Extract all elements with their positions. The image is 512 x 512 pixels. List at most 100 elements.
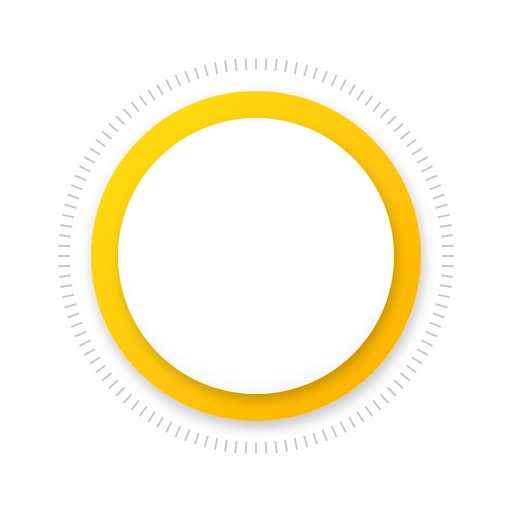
tick-mark: [174, 425, 182, 438]
tick-mark: [95, 364, 107, 374]
tick-mark: [425, 174, 438, 182]
tick-mark: [108, 122, 119, 133]
tick-mark: [64, 303, 77, 309]
tick-mark: [264, 441, 268, 454]
tick-mark: [435, 303, 448, 309]
tick-mark: [393, 122, 404, 133]
tick-mark: [274, 58, 278, 72]
tick-mark: [58, 274, 72, 278]
tick-mark: [203, 435, 209, 448]
tick-mark: [393, 379, 404, 390]
tick-mark: [321, 70, 328, 83]
tick-mark: [89, 147, 101, 156]
tick-mark: [138, 405, 148, 417]
tick-mark: [386, 386, 397, 397]
tick-mark: [224, 439, 228, 452]
tick-mark: [432, 312, 445, 319]
tick-mark: [425, 330, 438, 338]
tick-mark: [115, 115, 126, 126]
tick-mark: [101, 372, 113, 382]
tick-mark: [184, 70, 191, 83]
tick-mark: [435, 203, 448, 209]
dial-face: [118, 118, 394, 394]
tick-mark: [156, 416, 164, 428]
tick-mark: [411, 356, 423, 365]
tick-mark: [58, 234, 72, 238]
tick-mark: [203, 64, 209, 77]
tick-mark: [62, 293, 75, 299]
tick-mark: [386, 115, 397, 126]
tick-mark: [58, 244, 71, 248]
tick-mark: [379, 108, 390, 119]
tick-mark: [193, 432, 200, 445]
tick-mark: [156, 84, 164, 96]
tick-mark: [330, 425, 338, 438]
tick-mark: [174, 74, 182, 87]
tick-mark: [89, 356, 101, 365]
tick-mark: [138, 95, 148, 107]
tick-mark: [339, 79, 347, 91]
tick-mark: [348, 84, 356, 96]
tick-mark: [244, 441, 248, 454]
tick-mark: [84, 156, 96, 164]
app-icon-canvas: [0, 0, 512, 512]
tick-mark: [193, 67, 200, 80]
tick-mark: [411, 147, 423, 156]
tick-mark: [62, 213, 75, 219]
tick-mark: [67, 312, 80, 319]
tick-mark: [213, 62, 219, 75]
tick-mark: [74, 174, 87, 182]
tick-mark: [303, 435, 309, 448]
tick-mark: [432, 193, 445, 200]
tick-mark: [439, 224, 452, 228]
tick-mark: [356, 89, 365, 101]
tick-mark: [115, 386, 126, 397]
tick-mark: [405, 138, 417, 148]
tick-mark: [312, 432, 319, 445]
tick-mark: [108, 379, 119, 390]
tick-mark: [348, 416, 356, 428]
tick-mark: [356, 411, 365, 423]
tick-mark: [122, 393, 133, 404]
tick-mark: [399, 372, 411, 382]
tick-mark: [130, 101, 140, 113]
tick-mark: [364, 95, 374, 107]
tick-mark: [234, 440, 238, 454]
tick-mark: [429, 184, 442, 191]
tick-mark: [405, 364, 417, 374]
tick-mark: [364, 405, 374, 417]
tick-mark: [79, 339, 91, 347]
tick-mark: [372, 101, 382, 113]
tick-mark: [379, 393, 390, 404]
tick-mark: [437, 213, 450, 219]
tick-mark: [130, 399, 140, 411]
tick-mark: [429, 321, 442, 328]
tick-mark: [439, 284, 452, 288]
tick-mark: [399, 130, 411, 140]
tick-mark: [441, 244, 454, 248]
tick-mark: [440, 234, 454, 238]
tick-mark: [60, 284, 73, 288]
tick-mark: [60, 224, 73, 228]
tick-mark: [244, 58, 248, 71]
tick-mark: [234, 58, 238, 72]
tick-mark: [437, 293, 450, 299]
tick-mark: [264, 58, 268, 71]
tick-mark: [416, 156, 428, 164]
tick-mark: [184, 429, 191, 442]
tick-mark: [101, 130, 113, 140]
tick-mark: [70, 321, 83, 328]
tick-mark: [293, 62, 299, 75]
tick-mark: [293, 437, 299, 450]
tick-mark: [274, 440, 278, 454]
tick-mark: [312, 67, 319, 80]
tick-mark: [284, 60, 288, 73]
tick-mark: [122, 108, 133, 119]
tick-mark: [421, 165, 433, 173]
tick-mark: [321, 429, 328, 442]
tick-mark: [74, 330, 87, 338]
tick-mark: [70, 184, 83, 191]
tick-mark: [147, 411, 156, 423]
tick-mark: [67, 193, 80, 200]
tick-mark: [339, 421, 347, 433]
